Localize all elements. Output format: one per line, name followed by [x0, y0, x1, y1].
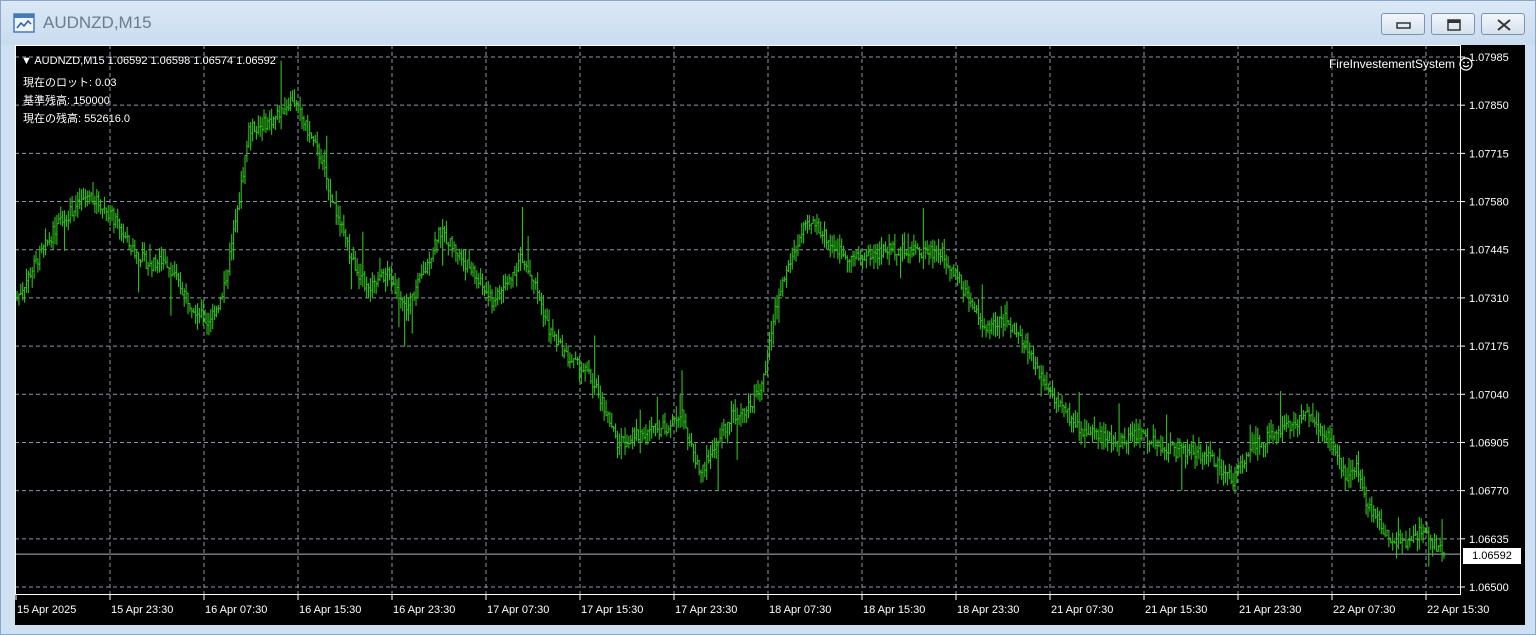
x-tick-label: 21 Apr 15:30 [1145, 604, 1207, 616]
current-lot-text: 現在のロット: 0.03 [23, 77, 117, 89]
close-icon [1497, 19, 1511, 31]
y-tick-label: 1.07040 [1469, 389, 1509, 401]
y-tick-label: 1.06905 [1469, 437, 1509, 449]
chart-area[interactable]: 1.07985 1.07850 1.07715 1.07580 1.07445 1.073… [15, 45, 1525, 625]
x-tick-label: 16 Apr 15:30 [299, 604, 361, 616]
x-tick-label: 21 Apr 07:30 [1051, 604, 1113, 616]
plot-border [15, 45, 1461, 595]
restore-icon [1447, 19, 1461, 31]
x-tick-label: 15 Apr 2025 [17, 604, 76, 616]
base-balance-text: 基準残高: 150000 [23, 95, 110, 107]
expert-name: FireInvestementSystem [1328, 57, 1455, 71]
y-tick-label: 1.06770 [1469, 486, 1509, 498]
x-tick-label: 21 Apr 23:30 [1239, 604, 1301, 616]
title-bar[interactable]: AUDNZD,M15 [1, 1, 1535, 45]
collapse-triangle-icon[interactable]: ▼ [21, 55, 34, 67]
x-tick-label: 17 Apr 15:30 [581, 604, 643, 616]
y-tick-label: 1.07850 [1469, 100, 1509, 112]
restore-button[interactable] [1431, 13, 1475, 35]
symbol-info-text: AUDNZD,M15 1.06592 1.06598 1.06574 1.065… [34, 55, 276, 67]
y-tick-label: 1.07310 [1469, 293, 1509, 305]
smiley-icon[interactable] [1459, 57, 1473, 71]
x-tick-label: 22 Apr 07:30 [1333, 604, 1395, 616]
y-tick-label: 1.06635 [1469, 534, 1509, 546]
y-tick-label: 1.07580 [1469, 197, 1509, 209]
x-tick-label: 15 Apr 23:30 [111, 604, 173, 616]
y-tick-label: 1.07715 [1469, 148, 1509, 160]
chart-window: AUDNZD,M15 1.07985 1.07850 1.07715 1.07580 1… [0, 0, 1536, 635]
current-price-badge: 1.06592 [1463, 548, 1521, 564]
y-tick-label: 1.07445 [1469, 245, 1509, 257]
x-tick-label: 17 Apr 23:30 [675, 604, 737, 616]
x-tick-label: 18 Apr 15:30 [863, 604, 925, 616]
y-tick-label: 1.06500 [1469, 582, 1509, 594]
chart-window-icon [13, 13, 35, 33]
x-tick-label: 16 Apr 07:30 [205, 604, 267, 616]
x-tick-label: 22 Apr 15:30 [1427, 604, 1489, 616]
minimize-icon [1396, 22, 1411, 29]
x-tick-label: 18 Apr 23:30 [957, 604, 1019, 616]
current-balance-text: 現在の残高: 552616.0 [23, 113, 130, 125]
close-button[interactable] [1481, 13, 1525, 35]
minimize-button[interactable] [1381, 13, 1425, 35]
symbol-line: ▼ AUDNZD,M15 1.06592 1.06598 1.06574 1.0… [21, 55, 276, 67]
window-title: AUDNZD,M15 [43, 13, 152, 32]
y-tick-label: 1.07985 [1469, 52, 1509, 64]
x-tick-label: 16 Apr 23:30 [393, 604, 455, 616]
x-tick-label: 18 Apr 07:30 [769, 604, 831, 616]
x-tick-label: 17 Apr 07:30 [487, 604, 549, 616]
y-tick-label: 1.07175 [1469, 341, 1509, 353]
